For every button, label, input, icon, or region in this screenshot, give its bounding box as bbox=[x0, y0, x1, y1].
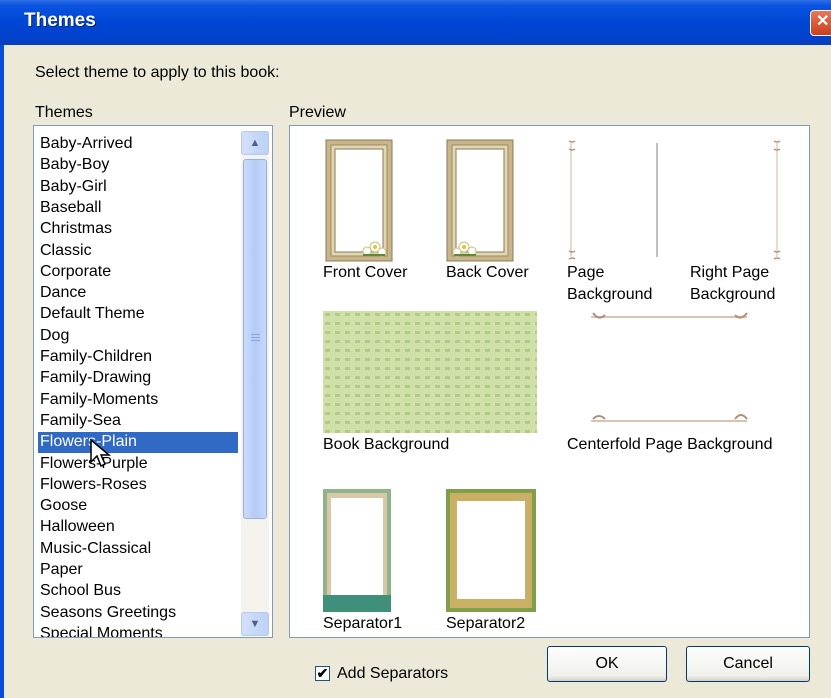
scroll-up-icon[interactable]: ▲ bbox=[241, 131, 269, 155]
theme-list-item[interactable]: Halloween bbox=[40, 517, 115, 538]
window-title: Themes bbox=[24, 10, 96, 31]
theme-list-item[interactable]: Family-Children bbox=[40, 347, 152, 368]
theme-list-item[interactable]: Special Moments bbox=[40, 624, 163, 637]
theme-list-item[interactable]: Baby-Girl bbox=[40, 177, 107, 198]
front-cover-thumbnail bbox=[325, 139, 393, 262]
theme-list-item[interactable]: Goose bbox=[40, 496, 87, 517]
book-background-label: Book Background bbox=[323, 436, 450, 453]
scrollbar-thumb[interactable] bbox=[243, 159, 267, 519]
theme-list-item[interactable]: Baby-Arrived bbox=[40, 134, 132, 155]
theme-list-item[interactable]: Classic bbox=[40, 241, 92, 262]
theme-list-item[interactable]: Default Theme bbox=[40, 304, 145, 325]
theme-list-item[interactable]: Baby-Boy bbox=[40, 155, 109, 176]
separator2-label: Separator2 bbox=[446, 615, 526, 632]
theme-list-item[interactable]: Paper bbox=[40, 560, 83, 581]
page-background-label-2: Background bbox=[567, 286, 653, 303]
separator1-label: Separator1 bbox=[323, 615, 403, 632]
add-separators-checkbox[interactable]: ✔ bbox=[315, 666, 330, 681]
cancel-button[interactable]: Cancel bbox=[686, 646, 810, 682]
centerfold-label: Centerfold Page Background bbox=[567, 436, 773, 453]
front-cover-label: Front Cover bbox=[323, 264, 408, 281]
window-border bbox=[0, 45, 4, 698]
themes-dialog: Themes ✕ Select theme to apply to this b… bbox=[0, 0, 831, 698]
theme-list-item[interactable]: Flowers-Plain bbox=[38, 432, 238, 454]
page-background-thumbnail bbox=[568, 140, 658, 260]
theme-list-item[interactable]: Corporate bbox=[40, 262, 111, 283]
theme-list-item[interactable]: School Bus bbox=[40, 581, 121, 602]
preview-panel: Front Cover Back Cover Page Background R… bbox=[289, 125, 810, 638]
scroll-down-icon[interactable]: ▼ bbox=[241, 612, 269, 636]
themes-label: Themes bbox=[35, 104, 93, 121]
back-cover-label: Back Cover bbox=[446, 264, 529, 281]
separator1-thumbnail bbox=[323, 489, 391, 612]
theme-list-item[interactable]: Family-Moments bbox=[40, 390, 158, 411]
ok-button[interactable]: OK bbox=[547, 646, 667, 682]
right-page-background-label-2: Background bbox=[690, 286, 776, 303]
scroll-grip-icon bbox=[251, 334, 260, 335]
centerfold-thumbnail bbox=[591, 312, 748, 422]
theme-list-item[interactable]: Family-Sea bbox=[40, 411, 121, 432]
close-icon[interactable]: ✕ bbox=[810, 10, 831, 36]
theme-list-item[interactable]: Christmas bbox=[40, 219, 112, 240]
arrow-cursor-icon bbox=[90, 438, 112, 468]
theme-list-item[interactable]: Flowers-Roses bbox=[40, 475, 147, 496]
theme-list-item[interactable]: Dance bbox=[40, 283, 86, 304]
right-page-background-label-1: Right Page bbox=[690, 264, 770, 281]
add-separators-label[interactable]: Add Separators bbox=[337, 665, 448, 683]
themes-scrollbar[interactable]: ▲ ▼ bbox=[241, 131, 269, 636]
right-page-background-thumbnail bbox=[773, 140, 781, 260]
theme-list-item[interactable]: Family-Drawing bbox=[40, 368, 151, 389]
back-cover-thumbnail bbox=[446, 139, 514, 262]
preview-label: Preview bbox=[289, 104, 346, 121]
theme-list-item[interactable]: Baseball bbox=[40, 198, 101, 219]
separator2-thumbnail bbox=[446, 489, 536, 612]
theme-list-item[interactable]: Music-Classical bbox=[40, 539, 151, 560]
book-background-thumbnail bbox=[323, 311, 537, 433]
instruction-text: Select theme to apply to this book: bbox=[35, 64, 280, 81]
themes-listbox[interactable]: Baby-Arrived Baby-Boy Baby-Girl Baseball Chr… bbox=[33, 125, 273, 638]
title-bar[interactable]: Themes ✕ bbox=[0, 0, 831, 45]
theme-list-item[interactable]: Seasons Greetings bbox=[40, 603, 176, 624]
page-background-label-1: Page bbox=[567, 264, 605, 281]
theme-list-item[interactable]: Dog bbox=[40, 326, 69, 347]
